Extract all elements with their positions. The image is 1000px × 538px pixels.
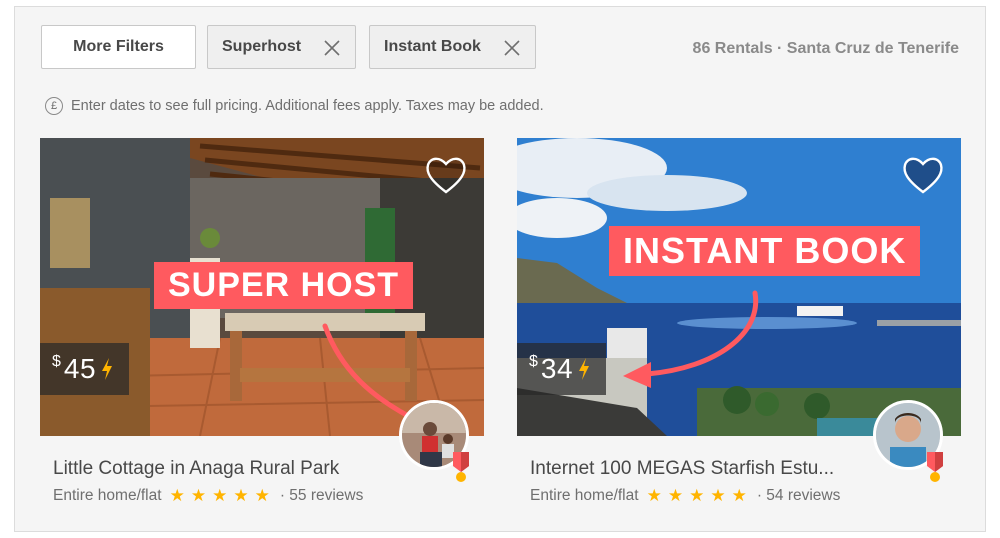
listing-title[interactable]: Internet 100 MEGAS Starfish Estu... (517, 458, 857, 480)
rentals-count: 86 Rentals · Santa Cruz de Tenerife (692, 40, 959, 57)
more-filters-label: More Filters (73, 38, 164, 55)
superhost-badge-icon (927, 452, 943, 482)
room-type: Entire home/flat (530, 487, 639, 504)
star-icon: ★ (689, 486, 705, 505)
star-icon: ★ (254, 486, 270, 505)
listing-meta: Entire home/flat ★ ★ ★ ★ ★ · 54 reviews (517, 486, 961, 506)
price-value: 45 (63, 353, 97, 384)
superhost-badge-icon (453, 452, 469, 482)
review-count: · 54 reviews (756, 487, 841, 504)
star-icon: ★ (710, 486, 726, 505)
star-icon: ★ (169, 486, 185, 505)
price-currency: $ (52, 353, 61, 370)
star-icon: ★ (212, 486, 228, 505)
search-results-panel: More Filters Superhost Instant Book 86 R… (14, 6, 986, 532)
lightning-bolt-icon (102, 358, 113, 380)
price-tag: $ 34 (517, 343, 607, 395)
superhost-filter-label: Superhost (222, 38, 302, 55)
superhost-filter-chip[interactable]: Superhost (207, 25, 356, 69)
room-type: Entire home/flat (53, 487, 162, 504)
listing-card[interactable]: $ 45 SUPER HOST Little Cottage in Anaga … (40, 138, 484, 506)
close-icon[interactable] (323, 39, 341, 57)
star-icon: ★ (646, 486, 662, 505)
listing-meta: Entire home/flat ★ ★ ★ ★ ★ · 55 reviews (40, 486, 484, 506)
heart-filled-icon[interactable] (901, 154, 945, 196)
instant-book-annotation: INSTANT BOOK (609, 226, 921, 276)
listing-photo[interactable]: $ 45 SUPER HOST (40, 138, 484, 436)
listing-photo[interactable]: $ 34 INSTANT BOOK (517, 138, 961, 436)
more-filters-button[interactable]: More Filters (41, 25, 196, 69)
pound-currency-icon: £ (45, 97, 63, 115)
star-icon: ★ (731, 486, 747, 505)
listing-title[interactable]: Little Cottage in Anaga Rural Park (40, 458, 380, 480)
instant-book-filter-chip[interactable]: Instant Book (369, 25, 536, 69)
instant-book-filter-label: Instant Book (384, 38, 481, 55)
star-rating: ★ ★ ★ ★ ★ (170, 486, 276, 506)
price-currency: $ (529, 353, 538, 370)
star-icon: ★ (190, 486, 207, 505)
price-tag: $ 45 (40, 343, 130, 395)
price-value: 34 (540, 353, 574, 384)
star-icon: ★ (667, 486, 684, 505)
pricing-note-text: Enter dates to see full pricing. Additio… (71, 98, 544, 114)
listing-card[interactable]: $ 34 INSTANT BOOK Internet 100 MEGAS Sta… (517, 138, 961, 506)
pricing-note: £ Enter dates to see full pricing. Addit… (45, 97, 544, 115)
star-icon: ★ (233, 486, 249, 505)
heart-icon[interactable] (424, 154, 468, 196)
review-count: · 55 reviews (279, 487, 364, 504)
lightning-bolt-icon (579, 358, 590, 380)
super-host-annotation: SUPER HOST (154, 262, 414, 309)
close-icon[interactable] (503, 39, 521, 57)
star-rating: ★ ★ ★ ★ ★ (647, 486, 753, 506)
